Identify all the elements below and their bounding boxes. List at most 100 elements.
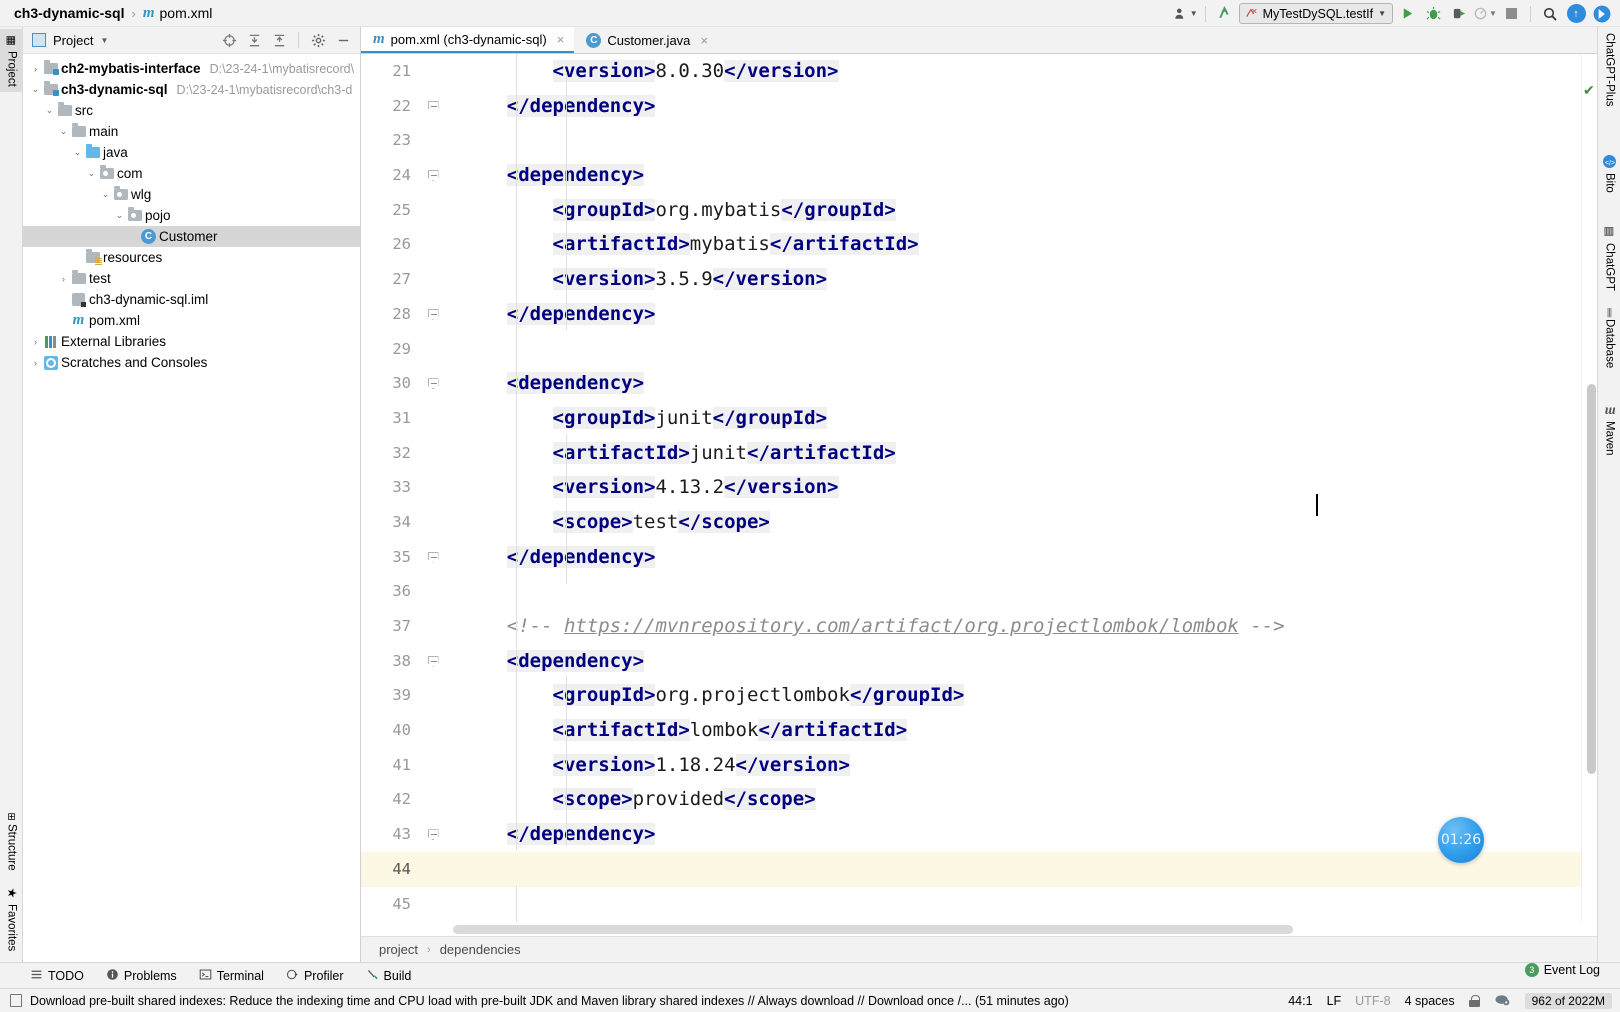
cloud-gear-icon[interactable] — [1494, 992, 1511, 1010]
tree-node-main[interactable]: ⌄ main — [23, 121, 360, 142]
rail-item-favorites[interactable]: ★ Favorites — [0, 881, 23, 956]
code-line-34[interactable]: <scope>test</scope> — [461, 505, 1581, 540]
editor-content[interactable]: 21 22 23 24 25 26 27 28 29 30 31 32 33 34 35 36 37 38 39 40… — [361, 54, 1597, 922]
line-number-37[interactable]: 37 — [361, 609, 461, 644]
line-number-35[interactable]: 35 — [361, 540, 461, 575]
code-line-41[interactable]: <version>1.18.24</version> — [461, 748, 1581, 783]
editor-vertical-scrollbar[interactable] — [1587, 384, 1596, 774]
code-line-22[interactable]: </dependency> — [461, 89, 1581, 124]
tree-node-ch3-dynamic-sql[interactable]: ⌄ ch3-dynamic-sql D:\23-24-1\mybatisrecord… — [23, 79, 360, 100]
tree-node-pojo[interactable]: ⌄ pojo — [23, 205, 360, 226]
code-line-38[interactable]: <dependency> — [461, 644, 1581, 679]
line-separator[interactable]: LF — [1327, 994, 1342, 1008]
tree-expand-arrow[interactable]: ⌄ — [99, 189, 112, 200]
tree-node-ch3-dynamic-sql-iml[interactable]: ch3-dynamic-sql.iml — [23, 289, 360, 310]
line-number-28[interactable]: 28 — [361, 297, 461, 332]
tree-expand-arrow[interactable]: ⌄ — [29, 84, 42, 95]
code-line-43[interactable]: </dependency> — [461, 817, 1581, 852]
line-number-21[interactable]: 21 — [361, 54, 461, 89]
code-line-36[interactable] — [461, 574, 1581, 609]
lock-icon[interactable] — [1468, 994, 1481, 1007]
code-line-26[interactable]: <artifactId>mybatis</artifactId> — [461, 227, 1581, 262]
line-number-41[interactable]: 41 — [361, 748, 461, 783]
editor-tab-pom.xml[interactable]: m pom.xml (ch3-dynamic-sql) × — [361, 27, 575, 53]
rail-item-bito[interactable]: </> Bito — [1598, 155, 1620, 193]
tool-button-build[interactable]: Build — [366, 968, 411, 984]
rail-item-structure[interactable]: ⊞ Structure — [0, 807, 23, 876]
run-button[interactable] — [1395, 3, 1419, 25]
tree-node-com[interactable]: ⌄ com — [23, 163, 360, 184]
fold-marker-43[interactable] — [427, 817, 439, 852]
line-number-45[interactable]: 45 — [361, 887, 461, 922]
tree-node-java[interactable]: ⌄ java — [23, 142, 360, 163]
code-line-28[interactable]: </dependency> — [461, 297, 1581, 332]
locate-icon[interactable] — [218, 30, 240, 50]
comment-link[interactable]: https://mvnrepository.com/artifact/org.p… — [564, 615, 1239, 637]
line-number-27[interactable]: 27 — [361, 262, 461, 297]
tree-node-customer[interactable]: C Customer — [23, 226, 360, 247]
fold-marker-22[interactable] — [427, 89, 439, 124]
tool-button-todo[interactable]: TODO — [30, 968, 84, 984]
tree-node-scratches-and-consoles[interactable]: › Scratches and Consoles — [23, 352, 360, 373]
editor-tab-Customer.java[interactable]: C Customer.java × — [574, 27, 718, 53]
tab-close-icon[interactable]: × — [557, 32, 565, 47]
code-line-45[interactable] — [461, 887, 1581, 922]
time-badge[interactable]: 01:26 — [1438, 817, 1484, 863]
tree-expand-arrow[interactable]: ⌄ — [85, 168, 98, 179]
code-line-31[interactable]: <groupId>junit</groupId> — [461, 401, 1581, 436]
line-number-44[interactable]: 44 — [361, 851, 461, 887]
editor-code-column[interactable]: <version>8.0.30</version> </dependency> … — [461, 54, 1581, 922]
code-line-40[interactable]: <artifactId>lombok</artifactId> — [461, 713, 1581, 748]
fold-marker-30[interactable] — [427, 366, 439, 401]
code-line-25[interactable]: <groupId>org.mybatis</groupId> — [461, 193, 1581, 228]
stop-button[interactable] — [1499, 3, 1523, 25]
line-number-29[interactable]: 29 — [361, 332, 461, 367]
expand-all-icon[interactable] — [243, 30, 265, 50]
code-line-21[interactable]: <version>8.0.30</version> — [461, 54, 1581, 89]
debug-button[interactable] — [1421, 3, 1445, 25]
user-icon[interactable]: ▼ — [1174, 3, 1198, 25]
line-number-33[interactable]: 33 — [361, 470, 461, 505]
tree-node-ch2-mybatis-interface[interactable]: › ch2-mybatis-interface D:\23-24-1\mybatis… — [23, 58, 360, 79]
settings-gear-icon[interactable] — [307, 30, 329, 50]
breadcrumb-file[interactable]: pom.xml — [160, 5, 213, 21]
line-number-25[interactable]: 25 — [361, 193, 461, 228]
profile-button[interactable]: ▼ — [1473, 3, 1497, 25]
event-log-button[interactable]: 3 Event Log — [1524, 963, 1600, 977]
rail-item-project[interactable]: ▦ Project — [0, 29, 23, 92]
collapse-all-icon[interactable] — [268, 30, 290, 50]
code-line-24[interactable]: <dependency> — [461, 158, 1581, 193]
tree-expand-arrow[interactable]: › — [57, 274, 70, 284]
rail-item-chatgpt[interactable]: ▤ ChatGPT — [1598, 225, 1620, 291]
rail-item-chatgpt-plus[interactable]: ChatGPT-Plus — [1598, 33, 1620, 107]
breadcrumb-project[interactable]: ch3-dynamic-sql — [14, 5, 124, 21]
line-number-38[interactable]: 38 — [361, 644, 461, 679]
tool-button-profiler[interactable]: Profiler — [286, 968, 344, 984]
indent-setting[interactable]: 4 spaces — [1405, 994, 1455, 1008]
fold-marker-24[interactable] — [427, 158, 439, 193]
code-line-44[interactable] — [461, 851, 1581, 887]
tree-node-pom-xml[interactable]: m pom.xml — [23, 310, 360, 331]
tree-expand-arrow[interactable]: › — [29, 337, 42, 347]
tool-button-problems[interactable]: Problems — [106, 968, 177, 984]
status-notification[interactable]: Download pre-built shared indexes: Reduc… — [10, 994, 1069, 1008]
rail-item-database[interactable]: ⦀ Database — [1598, 305, 1620, 368]
line-number-40[interactable]: 40 — [361, 713, 461, 748]
tree-expand-arrow[interactable]: ⌄ — [71, 147, 84, 158]
code-line-32[interactable]: <artifactId>junit</artifactId> — [461, 436, 1581, 471]
line-number-43[interactable]: 43 — [361, 817, 461, 852]
code-line-39[interactable]: <groupId>org.projectlombok</groupId> — [461, 678, 1581, 713]
tree-expand-arrow[interactable]: › — [29, 358, 42, 368]
line-number-23[interactable]: 23 — [361, 123, 461, 158]
forward-icon[interactable] — [1590, 3, 1614, 25]
tree-node-wlg[interactable]: ⌄ wlg — [23, 184, 360, 205]
breadcrumb-item-project[interactable]: project — [379, 942, 418, 957]
file-encoding[interactable]: UTF-8 — [1355, 994, 1390, 1008]
editor-marker-strip[interactable]: ✔ — [1581, 54, 1597, 922]
code-line-33[interactable]: <version>4.13.2</version> — [461, 470, 1581, 505]
code-line-27[interactable]: <version>3.5.9</version> — [461, 262, 1581, 297]
code-line-23[interactable] — [461, 123, 1581, 158]
code-line-37[interactable]: <!-- https://mvnrepository.com/artifact/… — [461, 609, 1581, 644]
editor-horizontal-scrollbar[interactable] — [453, 924, 1293, 934]
line-number-30[interactable]: 30 — [361, 366, 461, 401]
